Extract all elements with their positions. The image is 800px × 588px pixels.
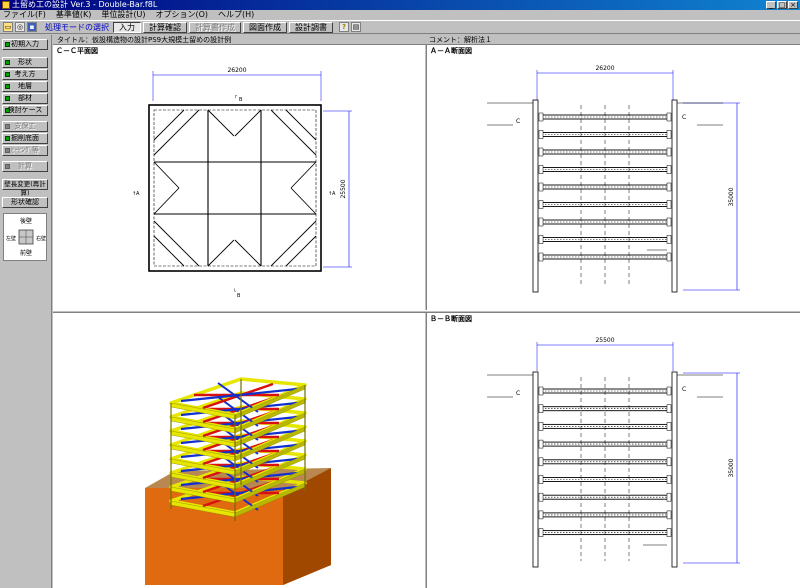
horizontal-splitter[interactable] xyxy=(53,310,800,313)
vertical-splitter[interactable] xyxy=(424,45,427,588)
menu-unit-design[interactable]: 単位設計(U) xyxy=(101,10,145,20)
plan-mark-left: A xyxy=(136,191,140,197)
sidebar-initial-input[interactable]: 初期入力 xyxy=(2,39,48,50)
status-led-icon xyxy=(5,96,10,101)
plan-view-pane[interactable]: Ｃ－Ｃ平面図 26200 25500 ┌ B └ B ↑ A ↑ A xyxy=(53,45,424,310)
section-b-width-dim: 25500 xyxy=(595,337,614,344)
window-title: 土留め工の設計 Ver.3 - Double-Bar.f8L xyxy=(12,0,158,9)
sidebar-strata[interactable]: 地層 xyxy=(2,81,48,92)
status-led-icon xyxy=(5,124,10,129)
project-title: タイトル：仮設構造物の設計PS9大規模土留めの設計例 xyxy=(57,36,232,44)
menu-help[interactable]: ヘルプ(H) xyxy=(218,10,254,20)
sidebar-shape[interactable]: 形状 xyxy=(2,57,48,68)
orientation-bottom: 前壁 xyxy=(20,249,32,257)
sidebar-shape-check[interactable]: 形状確認 xyxy=(2,197,48,208)
sidebar-wall-length-change[interactable]: 壁長変更(再計算) xyxy=(2,179,48,197)
mode-label: 処理モードの選択 xyxy=(45,22,109,32)
app-icon xyxy=(2,1,10,9)
3d-view-pane[interactable] xyxy=(53,313,424,588)
plan-mark-top: B xyxy=(239,97,243,103)
save-icon[interactable]: ▪ xyxy=(27,22,37,32)
section-b-depth-dim: 35000 xyxy=(728,458,735,477)
status-led-icon xyxy=(5,42,10,47)
window-icon[interactable]: ▤ xyxy=(351,22,361,32)
orientation-left: 左壁 xyxy=(6,235,16,242)
sidebar-study-cases[interactable]: 検討ケース xyxy=(2,105,48,116)
open-folder-icon[interactable]: ▭ xyxy=(3,22,13,32)
status-led-icon xyxy=(5,108,10,113)
status-led-icon xyxy=(5,84,10,89)
svg-text:┌: ┌ xyxy=(234,93,238,99)
orientation-right: 右壁 xyxy=(36,235,46,242)
section-a-mark-right: C xyxy=(682,114,686,121)
info-bar: タイトル：仮設構造物の設計PS9大規模土留めの設計例 コメント：解析法１ xyxy=(53,35,800,45)
orientation-top: 後壁 xyxy=(20,217,32,225)
mode-report-button[interactable]: 計算書作成 xyxy=(189,21,241,33)
status-led-icon xyxy=(5,136,10,141)
window-titlebar: 土留め工の設計 Ver.3 - Double-Bar.f8L _ □ × xyxy=(0,0,800,10)
status-led-icon xyxy=(5,164,10,169)
mode-check-button[interactable]: 計算確認 xyxy=(143,21,187,33)
menu-options[interactable]: オプション(O) xyxy=(155,10,208,20)
sidebar-heaving[interactable]: ﾋｰﾋﾝｸﾞ等 xyxy=(2,145,48,156)
maximize-icon[interactable]: □ xyxy=(777,1,787,9)
close-icon[interactable]: × xyxy=(788,1,798,9)
find-icon[interactable]: ◎ xyxy=(15,22,25,32)
mode-drawing-button[interactable]: 図面作成 xyxy=(243,21,287,33)
section-a-mark-left: C xyxy=(516,118,520,125)
plan-mark-bottom: B xyxy=(237,293,241,299)
window-controls: _ □ × xyxy=(766,1,798,9)
status-led-icon xyxy=(5,148,10,153)
sidebar-shoring[interactable]: 支保工 xyxy=(2,121,48,132)
project-comment: コメント：解析法１ xyxy=(429,36,492,44)
sidebar-members[interactable]: 部材 xyxy=(2,93,48,104)
section-b-mark-right: C xyxy=(682,386,686,393)
status-led-icon xyxy=(5,60,10,65)
section-a-pane[interactable]: Ａ－Ａ断面図 26200 35000 C C xyxy=(427,45,800,310)
section-a-depth-dim: 35000 xyxy=(728,187,735,206)
status-led-icon xyxy=(5,72,10,77)
drawing-area: タイトル：仮設構造物の設計PS9大規模土留めの設計例 コメント：解析法１ Ｃ－Ｃ… xyxy=(53,35,800,588)
sidebar-calculate[interactable]: 計算 xyxy=(2,161,48,172)
mode-input-button[interactable]: 入力 xyxy=(113,21,141,33)
menu-file[interactable]: ファイル(F) xyxy=(3,10,46,20)
menu-standard[interactable]: 基準値(K) xyxy=(56,10,92,20)
plan-width-dim: 26200 xyxy=(227,67,246,74)
help-icon[interactable]: ? xyxy=(339,22,349,32)
section-a-width-dim: 26200 xyxy=(595,65,614,72)
plan-mark-right: A xyxy=(332,191,336,197)
sidebar: 初期入力 形状 考え方 地層 部材 検討ケース 支保工 掘削底面 ﾋｰﾋﾝｸﾞ等… xyxy=(0,35,52,588)
section-b-pane[interactable]: Ｂ－Ｂ断面図 25500 35000 C C xyxy=(427,313,800,588)
plan-height-dim: 25500 xyxy=(340,179,347,198)
sidebar-excavation-bottom[interactable]: 掘削底面 xyxy=(2,133,48,144)
section-b-mark-left: C xyxy=(516,390,520,397)
toolbar: ▭ ◎ ▪ 処理モードの選択 入力 計算確認 計算書作成 図面作成 設計調書 ?… xyxy=(0,20,800,34)
sidebar-approach[interactable]: 考え方 xyxy=(2,69,48,80)
mode-summary-button[interactable]: 設計調書 xyxy=(289,21,333,33)
minimize-icon[interactable]: _ xyxy=(766,1,776,9)
menubar: ファイル(F) 基準値(K) 単位設計(U) オプション(O) ヘルプ(H) xyxy=(0,10,800,20)
wall-orientation-diagram: 後壁 前壁 左壁 右壁 xyxy=(3,213,47,261)
